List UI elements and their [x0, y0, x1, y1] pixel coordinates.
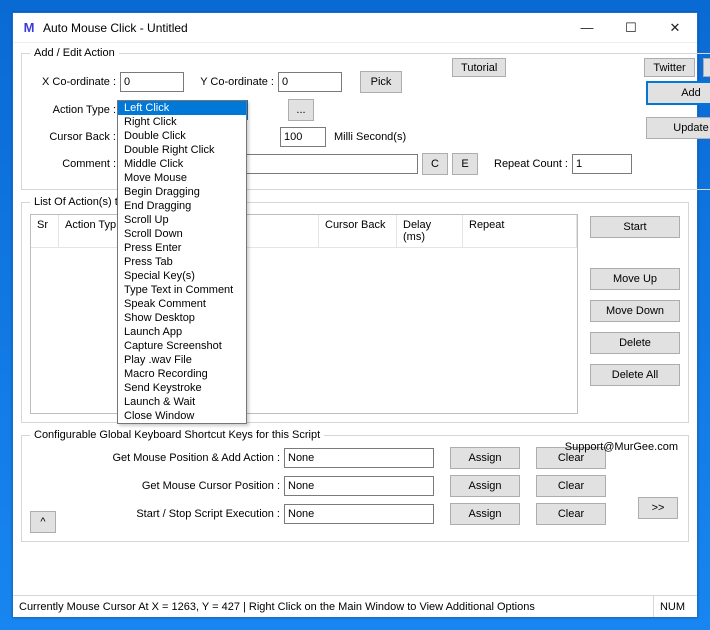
col-sr[interactable]: Sr [31, 215, 59, 247]
action-type-option[interactable]: Press Enter [118, 241, 246, 255]
shortcut-input[interactable] [284, 448, 434, 468]
action-type-option[interactable]: Move Mouse [118, 171, 246, 185]
close-button[interactable]: ✕ [653, 14, 697, 42]
minimize-button[interactable]: — [565, 14, 609, 42]
action-type-option[interactable]: Special Key(s) [118, 269, 246, 283]
status-text: Currently Mouse Cursor At X = 1263, Y = … [19, 601, 647, 613]
list-right-buttons: Start Move Up Move Down Delete Delete Al… [590, 214, 680, 414]
x-coord-label: X Co-ordinate : [30, 76, 116, 88]
repeat-count-label: Repeat Count : [482, 158, 568, 170]
group-add-edit-legend: Add / Edit Action [30, 47, 119, 59]
status-bar: Currently Mouse Cursor At X = 1263, Y = … [13, 595, 697, 617]
col-cursor-back[interactable]: Cursor Back [319, 215, 397, 247]
x-coord-input[interactable] [120, 72, 184, 92]
action-type-option[interactable]: Scroll Down [118, 227, 246, 241]
app-icon: M [21, 20, 37, 36]
col-repeat[interactable]: Repeat [463, 215, 577, 247]
twitter-button[interactable]: Twitter [644, 58, 694, 77]
action-type-option[interactable]: Right Click [118, 115, 246, 129]
action-type-option[interactable]: Double Right Click [118, 143, 246, 157]
clear-button[interactable]: Clear [536, 503, 606, 525]
delay-input[interactable] [280, 127, 326, 147]
y-coord-input[interactable] [278, 72, 342, 92]
move-down-button[interactable]: Move Down [590, 300, 680, 322]
delete-button[interactable]: Delete [590, 332, 680, 354]
action-type-option[interactable]: Type Text in Comment [118, 283, 246, 297]
app-window: M Auto Mouse Click - Untitled — ☐ ✕ Add … [12, 12, 698, 618]
group-shortcuts-legend: Configurable Global Keyboard Shortcut Ke… [30, 429, 324, 441]
shortcut-input[interactable] [284, 476, 434, 496]
group-shortcuts: Configurable Global Keyboard Shortcut Ke… [21, 429, 689, 542]
action-type-option[interactable]: Launch App [118, 325, 246, 339]
status-num: NUM [653, 596, 691, 617]
repeat-count-input[interactable] [572, 154, 632, 174]
action-type-option[interactable]: Send Keystroke [118, 381, 246, 395]
action-type-option[interactable]: Speak Comment [118, 297, 246, 311]
assign-button[interactable]: Assign [450, 503, 520, 525]
actions-table[interactable]: Sr Action Typ Cursor Back Delay (ms) Rep… [30, 214, 578, 414]
group-action-list-legend: List Of Action(s) to [30, 196, 128, 208]
action-type-option[interactable]: Left Click [118, 101, 246, 115]
support-link[interactable]: Support@MurGee.com [565, 441, 678, 453]
action-type-option[interactable]: Play .wav File [118, 353, 246, 367]
assign-button[interactable]: Assign [450, 475, 520, 497]
action-type-more-button[interactable]: ... [288, 99, 314, 121]
y-coord-label: Y Co-ordinate : [188, 76, 274, 88]
google-plus-button[interactable]: Google + [703, 58, 710, 77]
cursor-back-label: Cursor Back : [30, 131, 116, 143]
col-delay[interactable]: Delay (ms) [397, 215, 463, 247]
maximize-button[interactable]: ☐ [609, 14, 653, 42]
action-type-option[interactable]: Capture Screenshot [118, 339, 246, 353]
delete-all-button[interactable]: Delete All [590, 364, 680, 386]
client-area: Add / Edit Action Tutorial Twitter Googl… [13, 43, 697, 595]
c-button[interactable]: C [422, 153, 448, 175]
tutorial-button[interactable]: Tutorial [452, 58, 506, 77]
action-type-option[interactable]: Macro Recording [118, 367, 246, 381]
add-edit-right-buttons: Add Load Update Save [646, 81, 710, 145]
comment-label: Comment : [30, 158, 116, 170]
more-button[interactable]: >> [638, 497, 678, 519]
shortcut-label: Start / Stop Script Execution : [70, 508, 280, 520]
action-type-option[interactable]: Launch & Wait [118, 395, 246, 409]
move-up-button[interactable]: Move Up [590, 268, 680, 290]
pick-button[interactable]: Pick [360, 71, 402, 93]
action-type-option[interactable]: Show Desktop [118, 311, 246, 325]
shortcut-label: Get Mouse Position & Add Action : [70, 452, 280, 464]
start-button[interactable]: Start [590, 216, 680, 238]
collapse-button[interactable]: ^ [30, 511, 56, 533]
titlebar[interactable]: M Auto Mouse Click - Untitled — ☐ ✕ [13, 13, 697, 43]
action-type-option[interactable]: Close Window [118, 409, 246, 423]
clear-button[interactable]: Clear [536, 475, 606, 497]
e-button[interactable]: E [452, 153, 478, 175]
delay-unit-label: Milli Second(s) [330, 131, 420, 143]
actions-table-header: Sr Action Typ Cursor Back Delay (ms) Rep… [31, 215, 577, 248]
assign-button[interactable]: Assign [450, 447, 520, 469]
top-links: Tutorial Twitter Google + Facebook [582, 58, 710, 77]
window-title: Auto Mouse Click - Untitled [43, 21, 565, 35]
action-type-option[interactable]: Begin Dragging [118, 185, 246, 199]
action-type-label: Action Type : [30, 104, 116, 116]
action-type-option[interactable]: Press Tab [118, 255, 246, 269]
action-type-option[interactable]: Double Click [118, 129, 246, 143]
shortcut-input[interactable] [284, 504, 434, 524]
action-type-option[interactable]: Scroll Up [118, 213, 246, 227]
action-type-option[interactable]: Middle Click [118, 157, 246, 171]
shortcut-label: Get Mouse Cursor Position : [70, 480, 280, 492]
update-button[interactable]: Update [646, 117, 710, 139]
add-button[interactable]: Add [646, 81, 710, 105]
action-type-option[interactable]: End Dragging [118, 199, 246, 213]
action-type-dropdown[interactable]: Left ClickRight ClickDouble ClickDouble … [117, 100, 247, 424]
